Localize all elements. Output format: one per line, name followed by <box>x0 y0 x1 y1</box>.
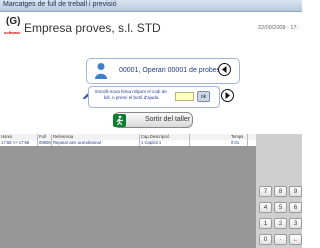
company-name: Empresa proves, s.l. STD <box>24 21 161 35</box>
key-1[interactable]: 1 <box>259 218 272 229</box>
key-4[interactable]: 4 <box>259 202 272 213</box>
left-arrow-circle-icon <box>222 66 227 73</box>
ok-button[interactable]: ok <box>197 91 210 102</box>
right-arrow-circle-icon <box>225 92 230 99</box>
work-log-table: Hores Full Referencia Cap.Descripció Tem… <box>0 134 256 248</box>
person-icon <box>95 63 107 79</box>
previous-operator-button[interactable] <box>218 63 231 76</box>
key-6[interactable]: 6 <box>289 202 302 213</box>
table-row[interactable]: 17:56 >> 17:58 00806 Reparar aire acondi… <box>0 140 256 146</box>
key-2[interactable]: 2 <box>274 218 287 229</box>
key-3[interactable]: 3 <box>289 218 302 229</box>
key-8[interactable]: 8 <box>274 186 287 197</box>
key-5[interactable]: 5 <box>274 202 287 213</box>
logo-subtext: software <box>4 30 21 35</box>
key-0[interactable]: 0 <box>259 234 272 245</box>
cell-hours: 17:56 >> 17:58 <box>0 140 38 146</box>
operator-label: 00001, Operari 00001 de probes <box>119 67 221 74</box>
job-code-input[interactable] <box>175 92 194 101</box>
numeric-keypad: 7 8 9 4 5 6 1 2 3 0 · ← <box>256 134 302 248</box>
cell-description: 1 Capítol 1 <box>140 140 190 146</box>
help-next-button[interactable] <box>221 89 234 102</box>
cell-time: 0:01 <box>230 140 248 146</box>
job-code-panel: Escolli nova feina mitjant el codi de fu… <box>88 86 220 108</box>
exit-workshop-button[interactable]: Sortir del taller <box>113 112 193 128</box>
exit-label: Sortir del taller <box>145 116 191 123</box>
exit-door-icon <box>113 114 126 127</box>
key-backspace[interactable]: ← <box>289 234 302 245</box>
cell-reference: Reparar aire acondicionat <box>52 140 140 146</box>
key-7[interactable]: 7 <box>259 186 272 197</box>
company-logo: (G) <box>6 16 21 27</box>
window-title: Marcatges de full de treball i previsió <box>3 1 117 8</box>
window-title-bar: Marcatges de full de treball i previsió <box>0 0 302 12</box>
cell-sheet: 00806 <box>39 140 52 146</box>
operator-panel: 00001, Operari 00001 de probes <box>86 58 240 84</box>
job-code-instructions: Escolli nova feina mitjant el codi de fu… <box>95 89 167 100</box>
key-decimal[interactable]: · <box>274 234 287 245</box>
key-9[interactable]: 9 <box>289 186 302 197</box>
date-time: 22/09/2008 - 17: <box>258 25 299 31</box>
